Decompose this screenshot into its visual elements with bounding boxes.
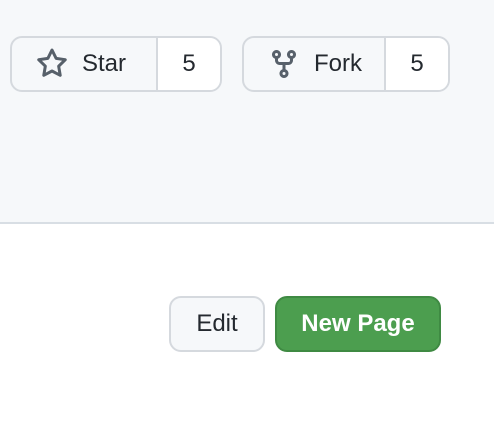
wiki-actions: Edit New Page [169, 296, 441, 352]
fork-count[interactable]: 5 [384, 38, 448, 90]
fork-button-group: Fork 5 [242, 36, 450, 92]
repo-forked-icon [268, 48, 300, 80]
repo-header: Star 5 Fork 5 [0, 0, 494, 224]
star-icon [36, 48, 68, 80]
star-count[interactable]: 5 [156, 38, 220, 90]
fork-label: Fork [314, 50, 362, 77]
new-page-button[interactable]: New Page [275, 296, 441, 352]
edit-button[interactable]: Edit [169, 296, 265, 352]
star-button[interactable]: Star [12, 38, 156, 90]
fork-button[interactable]: Fork [244, 38, 384, 90]
star-button-group: Star 5 [10, 36, 222, 92]
star-label: Star [82, 50, 127, 77]
